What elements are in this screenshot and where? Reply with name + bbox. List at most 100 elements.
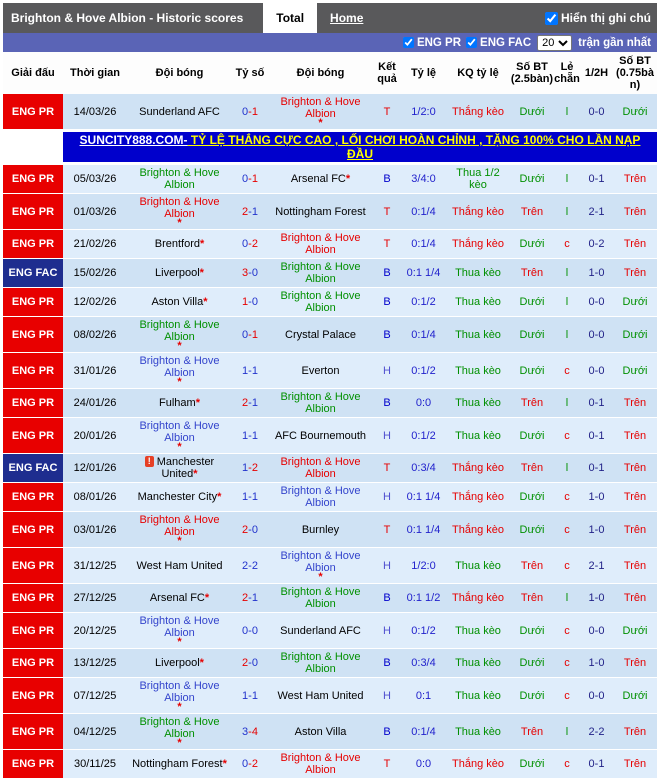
team-name[interactable]: Brighton & Hove Albion bbox=[280, 391, 360, 415]
result-letter: T bbox=[373, 511, 401, 548]
team-name[interactable]: Brighton & Hove Albion bbox=[139, 615, 219, 639]
table-row: ENG PR 20/01/26 Brighton & Hove Albion * 1-1… bbox=[3, 417, 657, 454]
league-badge: ENG PR bbox=[3, 417, 63, 454]
league-badge: ENG PR bbox=[3, 229, 63, 259]
result-letter: H bbox=[373, 482, 401, 512]
table-row: ENG FAC 12/01/26! Manchester United* 1-2 Bri… bbox=[3, 453, 657, 483]
team-name[interactable]: Brighton & Hove Albion bbox=[280, 550, 360, 574]
team-name[interactable]: Brighton & Hove Albion bbox=[280, 586, 360, 610]
team-name[interactable]: Aston Villa bbox=[151, 296, 203, 308]
handicap-odds: 0:0 bbox=[401, 388, 446, 418]
odds-result: Thua kèo bbox=[446, 316, 510, 353]
team-name[interactable]: Brighton & Hove Albion bbox=[280, 261, 360, 285]
tab-home[interactable]: Home bbox=[317, 3, 376, 33]
away-team-cell: Brighton & Hove Albion bbox=[268, 258, 373, 288]
home-team-cell: Brighton & Hove Albion * bbox=[127, 713, 232, 750]
team-name[interactable]: West Ham United bbox=[137, 560, 223, 572]
goals-075-result: Trên bbox=[613, 749, 657, 779]
team-name[interactable]: West Ham United bbox=[278, 690, 364, 702]
team-name[interactable]: Nottingham Forest bbox=[132, 758, 222, 770]
half-time-score: 0-0 bbox=[580, 352, 613, 389]
away-team-cell: Brighton & Hove Albion bbox=[268, 388, 373, 418]
table-row: ENG PR 05/03/26 Brighton & Hove Albion 0-1 A… bbox=[3, 164, 657, 194]
score-cell: 0-2 bbox=[232, 749, 268, 779]
handicap-odds: 3/4:0 bbox=[401, 164, 446, 194]
tab-total[interactable]: Total bbox=[263, 3, 318, 33]
team-name[interactable]: Burnley bbox=[302, 524, 339, 536]
away-team-cell: Brighton & Hove Albion bbox=[268, 583, 373, 613]
team-name[interactable]: AFC Bournemouth bbox=[275, 430, 366, 442]
team-name[interactable]: Arsenal FC bbox=[150, 592, 205, 604]
goals-25-result: Dưới bbox=[510, 229, 554, 259]
team-name[interactable]: Brighton & Hove Albion bbox=[280, 456, 360, 480]
match-date: 24/01/26 bbox=[63, 388, 127, 418]
away-goals: 0 bbox=[251, 523, 258, 536]
team-name[interactable]: Brentford bbox=[155, 238, 200, 250]
team-name[interactable]: Sunderland AFC bbox=[280, 625, 361, 637]
team-name[interactable]: Everton bbox=[302, 365, 340, 377]
star-icon: * bbox=[203, 296, 208, 308]
home-team-cell: Brighton & Hove Albion * bbox=[127, 417, 232, 454]
team-name[interactable]: Arsenal FC bbox=[291, 173, 346, 185]
league-badge: ENG PR bbox=[3, 749, 63, 779]
team-name[interactable]: Crystal Palace bbox=[285, 329, 356, 341]
half-time-score: 1-0 bbox=[580, 511, 613, 548]
star-icon: * bbox=[199, 267, 204, 279]
show-notes-checkbox[interactable] bbox=[545, 11, 558, 25]
header-half-score: 1/2H bbox=[580, 52, 613, 94]
team-name[interactable]: Brighton & Hove Albion bbox=[280, 290, 360, 314]
odd-even-result: c bbox=[554, 612, 580, 649]
goals-075-result: Trên bbox=[613, 193, 657, 230]
home-team-cell: Brighton & Hove Albion * bbox=[127, 677, 232, 714]
match-date: 15/02/26 bbox=[63, 258, 127, 288]
home-team-cell: Brighton & Hove Albion * bbox=[127, 511, 232, 548]
home-team-cell: Liverpool* bbox=[127, 258, 232, 288]
result-letter: T bbox=[373, 749, 401, 779]
team-name[interactable]: Brighton & Hove Albion bbox=[280, 232, 360, 256]
handicap-odds: 0:3/4 bbox=[401, 648, 446, 678]
team-name[interactable]: Manchester United bbox=[157, 456, 214, 480]
team-name[interactable]: Brighton & Hove Albion bbox=[139, 514, 219, 538]
team-name[interactable]: Nottingham Forest bbox=[275, 206, 365, 218]
away-team-cell: Nottingham Forest bbox=[268, 193, 373, 230]
match-count-select[interactable]: 20 bbox=[537, 34, 573, 51]
away-goals: 2 bbox=[251, 462, 258, 474]
odd-even-result: c bbox=[554, 352, 580, 389]
score-cell: 2-0 bbox=[232, 648, 268, 678]
goals-25-result: Trên bbox=[510, 453, 554, 483]
team-name[interactable]: Brighton & Hove Albion bbox=[280, 651, 360, 675]
team-name[interactable]: Brighton & Hove Albion bbox=[280, 485, 360, 509]
header-league: Giải đấu bbox=[3, 52, 63, 94]
header-home-team: Đội bóng bbox=[127, 52, 232, 94]
team-name[interactable]: Aston Villa bbox=[295, 726, 347, 738]
home-team-cell: Aston Villa* bbox=[127, 287, 232, 317]
handicap-odds: 0:1 1/2 bbox=[401, 583, 446, 613]
eng-fac-checkbox[interactable] bbox=[466, 36, 478, 49]
team-name[interactable]: Sunderland AFC bbox=[139, 106, 220, 118]
team-name[interactable]: Fulham bbox=[159, 397, 196, 409]
match-date: 14/03/26 bbox=[63, 94, 127, 130]
goals-25-result: Trên bbox=[510, 258, 554, 288]
goals-25-result: Dưới bbox=[510, 511, 554, 548]
team-name[interactable]: Brighton & Hove Albion bbox=[139, 680, 219, 704]
team-name[interactable]: Brighton & Hove Albion bbox=[280, 752, 360, 776]
team-name[interactable]: Brighton & Hove Albion bbox=[139, 716, 219, 740]
eng-pr-checkbox[interactable] bbox=[402, 36, 414, 49]
result-letter: H bbox=[373, 677, 401, 714]
team-name[interactable]: Liverpool bbox=[155, 657, 200, 669]
eng-fac-label: ENG FAC bbox=[480, 36, 532, 49]
result-letter: B bbox=[373, 164, 401, 194]
topbar-spacer bbox=[376, 3, 545, 33]
match-date: 04/12/25 bbox=[63, 713, 127, 750]
goals-075-result: Trên bbox=[613, 417, 657, 454]
goals-25-result: Dưới bbox=[510, 612, 554, 649]
ad-link[interactable]: SUNCITY888.COM- TỶ LỆ THẮNG CỰC CAO , LỐ… bbox=[63, 132, 657, 162]
tab-group: Total Home bbox=[263, 3, 376, 33]
team-name[interactable]: Brighton & Hove Albion bbox=[139, 167, 219, 191]
team-name[interactable]: Liverpool bbox=[155, 267, 200, 279]
home-team-cell: Fulham* bbox=[127, 388, 232, 418]
match-date: 05/03/26 bbox=[63, 164, 127, 194]
star-icon: * bbox=[193, 468, 198, 480]
league-badge: ENG PR bbox=[3, 511, 63, 548]
team-name[interactable]: Manchester City bbox=[138, 491, 217, 503]
